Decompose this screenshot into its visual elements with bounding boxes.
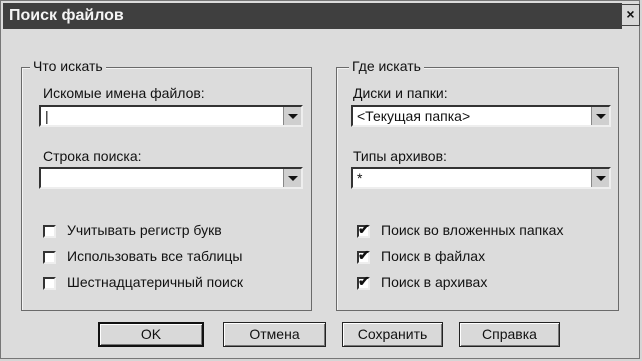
file-names-value: | [45, 108, 49, 124]
all-tables-checkbox[interactable] [43, 251, 56, 264]
find-files-dialog: Поиск файлов × Что искать Искомые имена … [0, 0, 640, 359]
all-tables-label[interactable]: Использовать все таблицы [67, 248, 242, 264]
subfolders-check-mark: ✔ [358, 221, 370, 237]
search-string-label: Строка поиска: [43, 148, 142, 164]
where-group-legend: Где искать [349, 58, 424, 74]
archive-types-value: * [357, 170, 363, 186]
chevron-down-icon[interactable] [283, 169, 301, 187]
hex-search-checkbox[interactable] [43, 277, 56, 290]
case-sensitive-label[interactable]: Учитывать регистр букв [67, 222, 222, 238]
in-files-label[interactable]: Поиск в файлах [381, 248, 485, 264]
in-archives-label[interactable]: Поиск в архивах [381, 274, 487, 290]
in-files-checkbox[interactable]: ✔ [357, 247, 370, 264]
what-group-legend: Что искать [30, 58, 106, 74]
file-names-combobox[interactable]: | [39, 105, 303, 127]
chevron-down-icon[interactable] [591, 169, 609, 187]
chevron-down-icon[interactable] [283, 107, 301, 125]
in-files-check-mark: ✔ [358, 247, 370, 263]
subfolders-label[interactable]: Поиск во вложенных папках [381, 222, 563, 238]
subfolders-checkbox[interactable]: ✔ [357, 221, 370, 238]
in-archives-checkbox[interactable]: ✔ [357, 273, 370, 290]
drives-folders-label: Диски и папки: [353, 85, 448, 101]
archive-types-combobox[interactable]: * [351, 167, 611, 189]
close-button[interactable]: × [621, 4, 640, 26]
save-button[interactable]: Сохранить [342, 322, 443, 347]
search-string-combobox[interactable] [39, 167, 303, 189]
drives-folders-value: <Текущая папка> [357, 108, 471, 124]
case-sensitive-checkbox[interactable] [43, 225, 56, 238]
ok-button[interactable]: OK [98, 322, 204, 347]
hex-search-label[interactable]: Шестнадцатеричный поиск [67, 274, 243, 290]
file-names-label: Искомые имена файлов: [43, 85, 205, 101]
cancel-button[interactable]: Отмена [223, 322, 326, 347]
chevron-down-icon[interactable] [591, 107, 609, 125]
in-archives-check-mark: ✔ [358, 273, 370, 289]
drives-folders-combobox[interactable]: <Текущая папка> [351, 105, 611, 127]
title-bar: Поиск файлов [3, 3, 622, 29]
window-title: Поиск файлов [9, 7, 124, 24]
archive-types-label: Типы архивов: [353, 148, 447, 164]
help-button[interactable]: Справка [459, 322, 560, 347]
